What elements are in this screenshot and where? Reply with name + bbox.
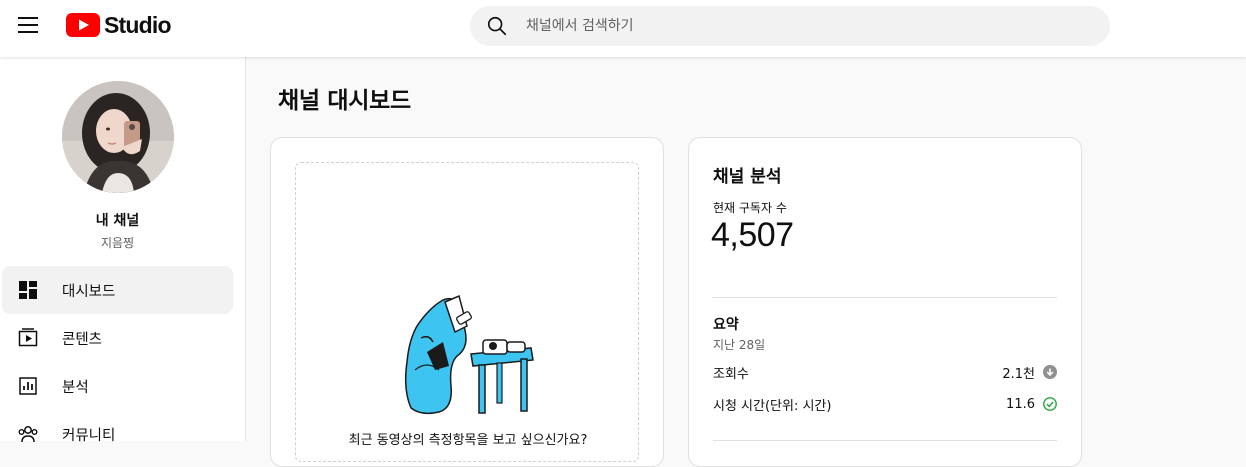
sidebar-item-label: 분석 [62, 379, 89, 396]
sidebar-item-analytics[interactable]: 분석 [2, 362, 233, 410]
logo-text: Studio [104, 11, 172, 38]
dashboard-icon [16, 278, 40, 302]
metric-row-views[interactable]: 조회수 2.1천 [713, 362, 1057, 382]
avatar[interactable] [62, 81, 174, 193]
community-icon [16, 422, 40, 446]
sidebar-item-content[interactable]: 콘텐츠 [2, 314, 233, 362]
analytics-title: 채널 분석 [713, 167, 782, 187]
top-bar: Studio [0, 0, 1246, 57]
arrow-down-circle-icon [1043, 365, 1057, 379]
sidebar-item-label: 콘텐츠 [62, 331, 103, 348]
main-content: 채널 대시보드 최근 동영상의 측정항목을 보고 싶으신가요? 채널 분석 현재… [246, 57, 1246, 467]
metric-row-watch-time[interactable]: 시청 시간(단위: 시간) 11.6 [713, 394, 1057, 414]
studio-logo[interactable]: Studio [66, 10, 172, 40]
sidebar-item-dashboard[interactable]: 대시보드 [2, 266, 233, 314]
upload-illustration [404, 294, 534, 415]
upload-card: 최근 동영상의 측정항목을 보고 싶으신가요? [270, 137, 664, 467]
summary-period: 지난 28일 [713, 338, 766, 352]
search-bar[interactable] [470, 6, 1110, 46]
channel-name: 내 채널 [95, 213, 140, 229]
summary-title: 요약 [713, 317, 739, 333]
search-icon[interactable] [486, 15, 508, 37]
sidebar-item-label: 대시보드 [62, 283, 116, 300]
analytics-icon [16, 374, 40, 398]
check-circle-icon [1043, 397, 1057, 411]
metric-label: 시청 시간(단위: 시간) [713, 398, 832, 414]
subscribers-count: 4,507 [711, 216, 794, 254]
subscribers-label: 현재 구독자 수 [713, 201, 787, 215]
sidebar-item-community[interactable]: 커뮤니티 [2, 410, 233, 458]
metric-label: 조회수 [713, 366, 749, 382]
upload-dropzone[interactable]: 최근 동영상의 측정항목을 보고 싶으신가요? [295, 162, 639, 462]
metric-value: 2.1천 [1002, 366, 1035, 382]
content-icon [16, 326, 40, 350]
page-title: 채널 대시보드 [278, 88, 411, 114]
metric-value: 11.6 [1006, 396, 1035, 412]
upload-prompt: 최근 동영상의 측정항목을 보고 싶으신가요? [348, 433, 588, 448]
sidebar: 내 채널 지음찡 대시보드 콘텐츠 분석 커뮤니티 [0, 57, 246, 444]
analytics-card: 채널 분석 현재 구독자 수 4,507 요약 지난 28일 조회수 2.1천 … [688, 137, 1082, 467]
search-input[interactable] [526, 18, 1086, 34]
divider [713, 297, 1057, 298]
sidebar-item-label: 커뮤니티 [62, 427, 116, 444]
channel-handle: 지음찡 [100, 236, 135, 250]
youtube-logo-icon [66, 13, 100, 37]
menu-icon[interactable] [16, 13, 40, 37]
